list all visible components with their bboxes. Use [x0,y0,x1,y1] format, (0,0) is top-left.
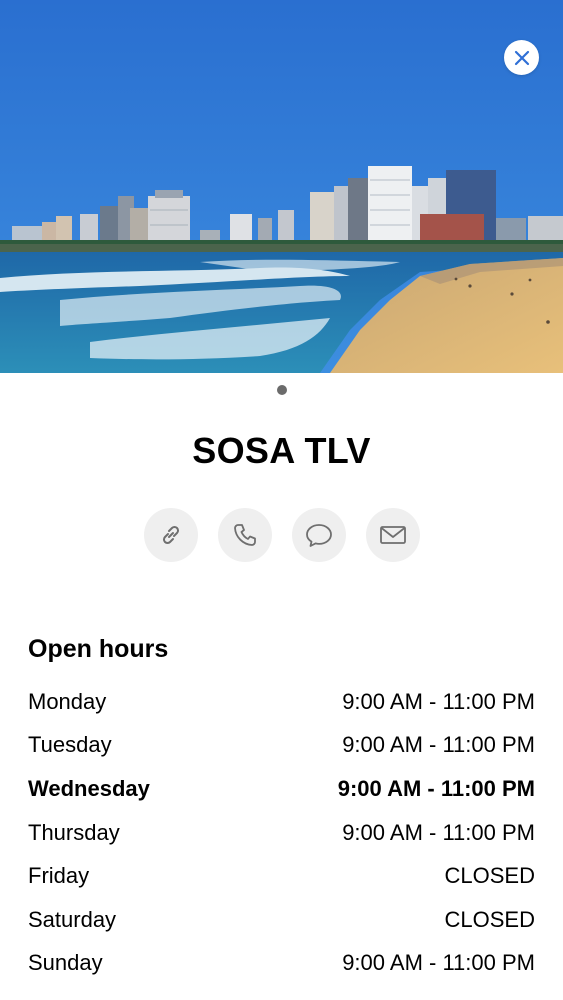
day-label: Friday [28,863,90,889]
time-value: CLOSED [444,906,535,932]
day-label: Thursday [28,819,120,845]
time-value: 9:00 AM - 11:00 PM [342,819,535,845]
venue-name: SOSA TLV [192,430,371,471]
hours-row-tuesday: Tuesday 9:00 AM - 11:00 PM [28,724,535,768]
time-value: 9:00 AM - 11:00 PM [342,688,535,714]
time-value: CLOSED [444,863,535,889]
time-value: 9:00 AM - 11:00 PM [337,775,535,801]
contact-actions [0,508,563,562]
hours-row-sunday: Sunday 9:00 AM - 11:00 PM [28,942,535,986]
page-indicator-dot[interactable] [277,385,287,395]
link-icon [162,525,179,545]
time-value: 9:00 AM - 11:00 PM [342,732,535,758]
close-button[interactable] [504,40,539,75]
day-label: Wednesday [28,775,150,801]
open-hours-heading: Open hours [28,635,169,663]
close-icon [514,50,529,65]
hours-row-saturday: Saturday CLOSED [28,898,535,942]
phone-button[interactable] [217,508,272,562]
hours-row-friday: Friday CLOSED [28,854,535,898]
beach-skyline-image [0,0,563,373]
venue-detail-screen: SOSA TLV Open hours Monday 9:00 AM - 11:… [0,0,563,1000]
link-button[interactable] [143,508,198,562]
day-label: Tuesday [28,732,112,758]
hours-row-thursday: Thursday 9:00 AM - 11:00 PM [28,811,535,855]
day-label: Sunday [28,950,103,976]
open-hours-list: Monday 9:00 AM - 11:00 PM Tuesday 9:00 A… [28,680,535,985]
day-label: Monday [28,688,107,714]
day-label: Saturday [28,906,117,932]
mail-icon [379,526,406,544]
phone-icon [233,524,256,546]
hours-row-monday: Monday 9:00 AM - 11:00 PM [28,680,535,724]
message-button[interactable] [291,508,346,562]
hours-row-wednesday: Wednesday 9:00 AM - 11:00 PM [28,767,535,811]
time-value: 9:00 AM - 11:00 PM [342,950,535,976]
message-icon [305,524,332,547]
hero-photo[interactable] [0,0,563,373]
mail-button[interactable] [365,508,420,562]
